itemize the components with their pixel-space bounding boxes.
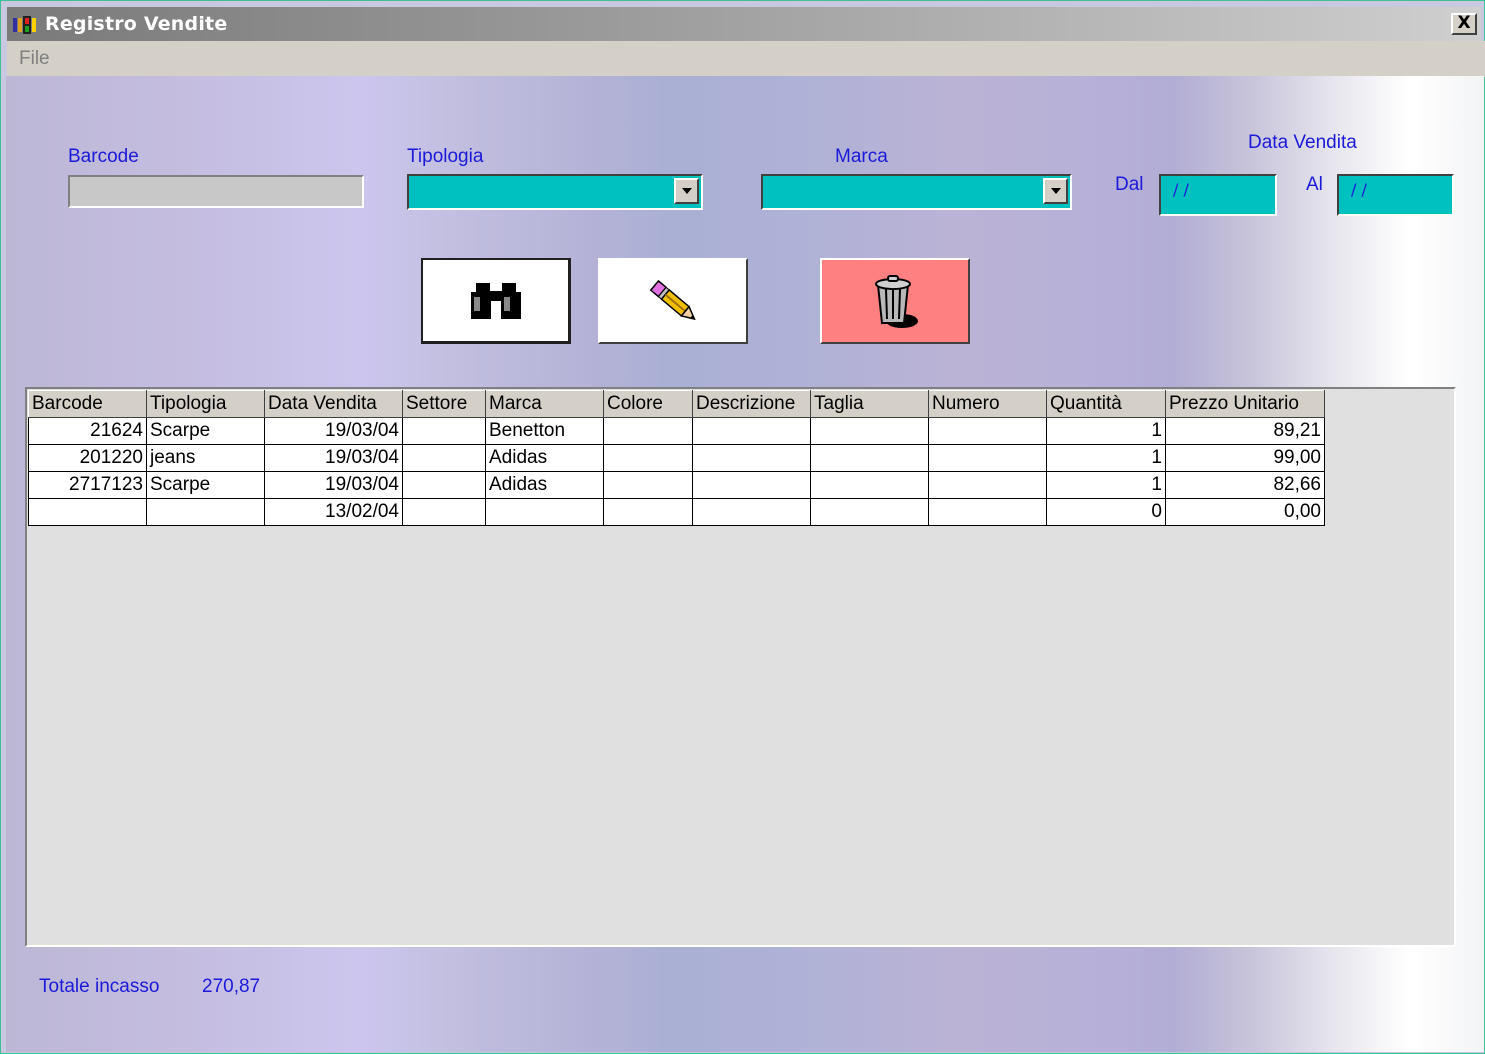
al-date-value: / / [1351,180,1367,199]
chevron-down-icon[interactable] [1043,178,1068,204]
cell-data-vendita[interactable]: 19/03/04 [264,471,403,499]
cell-settore[interactable] [402,471,486,499]
menu-file[interactable]: File [19,48,50,70]
cell-prezzo[interactable]: 99,00 [1165,444,1325,472]
column-header[interactable]: Barcode [28,390,147,418]
close-button[interactable]: X [1451,13,1477,35]
trash-icon [875,275,918,328]
cell-colore[interactable] [603,471,693,499]
cell-numero[interactable] [928,498,1047,526]
cell-barcode[interactable]: 21624 [28,417,147,445]
cell-taglia[interactable] [810,471,929,499]
chevron-down-icon[interactable] [674,178,699,204]
pencil-icon [649,279,696,321]
barcode-label: Barcode [68,146,139,167]
cell-quantita[interactable]: 1 [1046,417,1166,445]
delete-button[interactable] [820,258,970,344]
cell-barcode[interactable] [28,498,147,526]
cell-settore[interactable] [402,498,486,526]
total-value: 270,87 [202,976,261,997]
dal-date-field[interactable]: / / [1159,174,1277,216]
cell-colore[interactable] [603,498,693,526]
cell-descrizione[interactable] [692,417,811,445]
client-area: Barcode Tipologia Marca Data Vendita Dal… [6,76,1484,1052]
sales-table: Barcode Tipologia Data Vendita Settore M… [28,390,1325,526]
cell-taglia[interactable] [810,444,929,472]
cell-barcode[interactable]: 2717123 [28,471,147,499]
cell-settore[interactable] [402,417,486,445]
app-icon [13,16,36,34]
window-title: Registro Vendite [45,13,228,35]
cell-marca[interactable]: Adidas [485,471,604,499]
cell-numero[interactable] [928,417,1047,445]
table-row[interactable]: 2717123 Scarpe 19/03/04 Adidas 1 82,66 [28,471,1325,499]
column-header[interactable]: Colore [603,390,693,418]
tipologia-select[interactable] [407,174,703,210]
cell-descrizione[interactable] [692,444,811,472]
edit-button[interactable] [598,258,748,344]
cell-settore[interactable] [402,444,486,472]
table-row[interactable]: 21624 Scarpe 19/03/04 Benetton 1 89,21 [28,417,1325,445]
column-header[interactable]: Data Vendita [264,390,403,418]
column-header[interactable]: Marca [485,390,604,418]
cell-marca[interactable] [485,498,604,526]
dal-date-value: / / [1173,180,1189,199]
column-header[interactable]: Settore [402,390,486,418]
marca-label: Marca [835,146,888,167]
cell-taglia[interactable] [810,498,929,526]
cell-data-vendita[interactable]: 19/03/04 [264,444,403,472]
search-button[interactable] [421,258,571,344]
cell-tipologia[interactable]: Scarpe [146,471,265,499]
table-header-row: Barcode Tipologia Data Vendita Settore M… [28,390,1325,418]
cell-prezzo[interactable]: 0,00 [1165,498,1325,526]
cell-taglia[interactable] [810,417,929,445]
column-header[interactable]: Prezzo Unitario [1165,390,1325,418]
cell-tipologia[interactable] [146,498,265,526]
menu-bar: File [7,41,1485,77]
data-vendita-label: Data Vendita [1248,132,1357,153]
tipologia-label: Tipologia [407,146,484,167]
cell-colore[interactable] [603,444,693,472]
table-row[interactable]: 13/02/04 0 0,00 [28,498,1325,526]
table-row[interactable]: 201220 jeans 19/03/04 Adidas 1 99,00 [28,444,1325,472]
cell-quantita[interactable]: 1 [1046,471,1166,499]
cell-prezzo[interactable]: 89,21 [1165,417,1325,445]
al-label: Al [1306,174,1323,195]
column-header[interactable]: Quantità [1046,390,1166,418]
column-header[interactable]: Descrizione [692,390,811,418]
cell-barcode[interactable]: 201220 [28,444,147,472]
cell-quantita[interactable]: 1 [1046,444,1166,472]
cell-tipologia[interactable]: jeans [146,444,265,472]
cell-descrizione[interactable] [692,471,811,499]
column-header[interactable]: Numero [928,390,1047,418]
cell-numero[interactable] [928,471,1047,499]
cell-marca[interactable]: Adidas [485,444,604,472]
cell-quantita[interactable]: 0 [1046,498,1166,526]
binoculars-icon [470,282,521,319]
cell-descrizione[interactable] [692,498,811,526]
barcode-input[interactable] [68,175,364,208]
dal-label: Dal [1115,174,1144,195]
sales-grid[interactable]: Barcode Tipologia Data Vendita Settore M… [25,387,1456,947]
title-bar[interactable]: Registro Vendite X [7,7,1481,41]
cell-data-vendita[interactable]: 19/03/04 [264,417,403,445]
cell-numero[interactable] [928,444,1047,472]
cell-data-vendita[interactable]: 13/02/04 [264,498,403,526]
cell-tipologia[interactable]: Scarpe [146,417,265,445]
cell-marca[interactable]: Benetton [485,417,604,445]
cell-prezzo[interactable]: 82,66 [1165,471,1325,499]
cell-colore[interactable] [603,417,693,445]
column-header[interactable]: Taglia [810,390,929,418]
al-date-field[interactable]: / / [1337,174,1454,216]
total-label: Totale incasso [39,976,160,997]
column-header[interactable]: Tipologia [146,390,265,418]
marca-select[interactable] [761,174,1072,210]
